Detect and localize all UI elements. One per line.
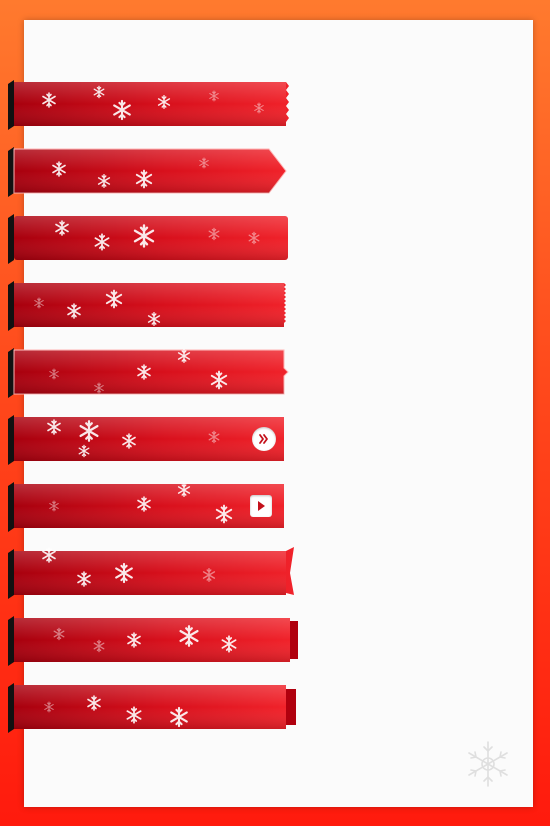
ribbon-banner-notch[interactable] — [8, 348, 294, 398]
ribbon-banner-arrow[interactable] — [8, 147, 294, 197]
ribbon-banner-circle-button[interactable] — [8, 415, 294, 465]
double-chevron-right-icon[interactable] — [252, 427, 276, 451]
ribbon-tab-small-shape — [8, 683, 296, 733]
ribbon-banner-rounded[interactable] — [8, 214, 294, 264]
play-icon[interactable] — [250, 495, 272, 517]
ribbon-tab-shape — [8, 616, 298, 666]
ribbon-banner-tab-small[interactable] — [8, 683, 304, 733]
ribbon-banner-fold[interactable] — [8, 547, 304, 599]
snowflake-icon — [462, 738, 514, 790]
ribbon-notch-shape — [8, 348, 289, 398]
ribbon-jagged-shape — [8, 80, 289, 130]
ribbon-banner-serrated[interactable] — [8, 281, 294, 331]
ribbon-banner-play-button[interactable] — [8, 482, 294, 532]
ribbon-rounded-shape — [8, 214, 288, 264]
ribbon-banner-tab[interactable] — [8, 616, 304, 666]
ribbon-serrated-shape — [8, 281, 286, 331]
ribbon-arrow-shape — [8, 147, 287, 197]
ribbon-fold-shape — [8, 547, 294, 599]
ribbon-banner-jagged[interactable] — [8, 80, 294, 130]
